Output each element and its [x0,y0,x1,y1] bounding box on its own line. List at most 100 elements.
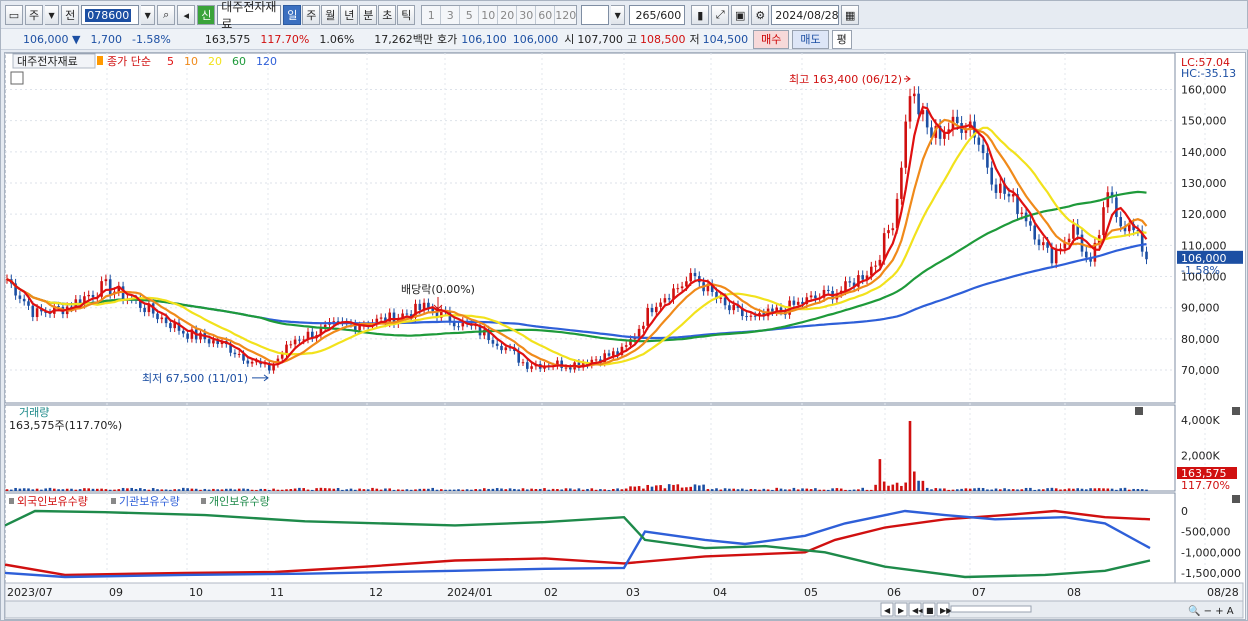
volume-bar [401,489,404,491]
candle-body [246,360,250,364]
candle-body [233,352,237,355]
volume-bar [736,489,740,491]
volume-bar [973,488,976,491]
volume-bar [143,488,146,491]
volume-bar [908,420,912,491]
minute-option-30[interactable]: 30 [517,6,537,24]
minute-option-120[interactable]: 120 [555,6,577,24]
date-input[interactable]: 2024/08/28 [771,5,840,25]
minute-option-3[interactable]: 3 [441,6,461,24]
chevron-down-icon[interactable]: ▼ [45,5,60,25]
toolbar: ▭ 주 ▼ 전 078600 ▼ ⌕ ◂ 신 대주전자재료 일주월년분초틱 13… [1,0,1248,31]
volume-close-icon[interactable] [1135,407,1143,415]
candle-body [655,306,658,313]
volume-bar [182,487,185,491]
gear-icon[interactable]: ⚙ [751,5,770,25]
minute-option-60[interactable]: 60 [536,6,556,24]
stock-code-input[interactable]: 078600 [81,5,140,25]
volume-bar [693,484,697,491]
volume-bar [577,488,581,491]
holding-panel-close-icon[interactable] [1232,495,1240,503]
minute-option-5[interactable]: 5 [460,6,480,24]
candle-body [495,343,499,346]
candle-body [676,288,680,290]
minute-option-10[interactable]: 10 [479,6,499,24]
volume-panel[interactable] [5,404,1176,492]
candle-body [1119,217,1122,227]
sell-button[interactable]: 매도 [792,29,829,49]
volume-bar [444,489,447,491]
scroll-slider[interactable] [950,605,1032,613]
volume-bar [289,489,293,491]
buy-button[interactable]: 매수 [753,29,790,49]
candle-body [994,184,998,193]
avg-button[interactable]: 평 [831,29,852,49]
save-icon[interactable]: ▣ [731,5,750,25]
candle-body [280,354,284,359]
calendar-icon[interactable]: ▦ [841,5,860,25]
candle-body [1054,249,1058,264]
volume-bar [173,489,176,491]
volume-bar [207,489,211,491]
candle-body [642,325,645,329]
volume-bar [203,488,207,491]
candle-body [169,323,172,329]
volume-bar [629,486,632,491]
candle-body [18,295,22,299]
period-type-select[interactable]: 주 [25,5,44,25]
volume-bar [354,489,357,491]
candle-body [1042,242,1045,246]
volume-bar [968,488,972,491]
candle-body [917,93,920,115]
holding-panel[interactable] [5,492,1176,584]
candle-body [1050,247,1054,264]
candle-body [108,279,112,295]
tab-period-2[interactable]: 월 [321,5,340,25]
search-icon[interactable]: ⌕ [157,5,176,25]
grid-toggle-icon[interactable] [10,71,24,85]
volume-bar [470,489,473,491]
candle-body [186,333,189,339]
count-input[interactable]: 265/600 [629,5,686,25]
candle-body [667,298,671,300]
high-value: 108,500 [640,32,686,46]
volume-bar [53,488,56,491]
volume-bar [104,489,108,491]
code-dropdown-icon[interactable]: ▼ [141,5,156,25]
volume-bar [1128,489,1131,491]
interval-dropdown-icon[interactable]: ▼ [611,5,626,25]
tab-period-4[interactable]: 분 [359,5,378,25]
minute-options: 1 3 5 10 20 30 60 120 [421,5,578,25]
volume-bar [745,489,748,491]
tab-period-0[interactable]: 일 [283,5,302,25]
interval-input[interactable] [581,5,610,25]
minute-option-20[interactable]: 20 [498,6,518,24]
candle-body [182,330,185,334]
tool-icon[interactable]: ⤢ [711,5,730,25]
volume-bar [732,488,735,491]
x-tick-5: 2024/01 [447,586,493,599]
volume-bar [14,487,17,491]
speaker-icon[interactable]: ◂ [177,5,196,25]
minute-option-1[interactable]: 1 [422,6,442,24]
tab-period-3[interactable]: 년 [340,5,359,25]
tab-period-5[interactable]: 초 [378,5,397,25]
volume-panel-close-icon[interactable] [1232,407,1240,415]
candle-body [207,339,211,344]
chart-area[interactable]: 160,000 150,000 140,000 130,000 120,000 110,0… [4,52,1246,620]
volume-bar [5,489,9,491]
chart-svg[interactable]: 160,000 150,000 140,000 130,000 120,000 110,0… [5,53,1245,619]
layout-icon[interactable]: ▭ [5,5,23,25]
volume-bar [57,489,60,491]
volume-bar [590,488,594,491]
candle-body [814,295,817,299]
volume-bar [1123,487,1127,491]
tab-period-1[interactable]: 주 [302,5,321,25]
volume-bar [848,489,852,491]
volume-bar [1020,489,1024,491]
candle-icon[interactable]: ▮ [691,5,710,25]
prev-button[interactable]: 전 [61,5,80,25]
volume-bar [685,487,688,491]
holding-legend-marker [111,498,116,504]
tab-period-6[interactable]: 틱 [397,5,416,25]
